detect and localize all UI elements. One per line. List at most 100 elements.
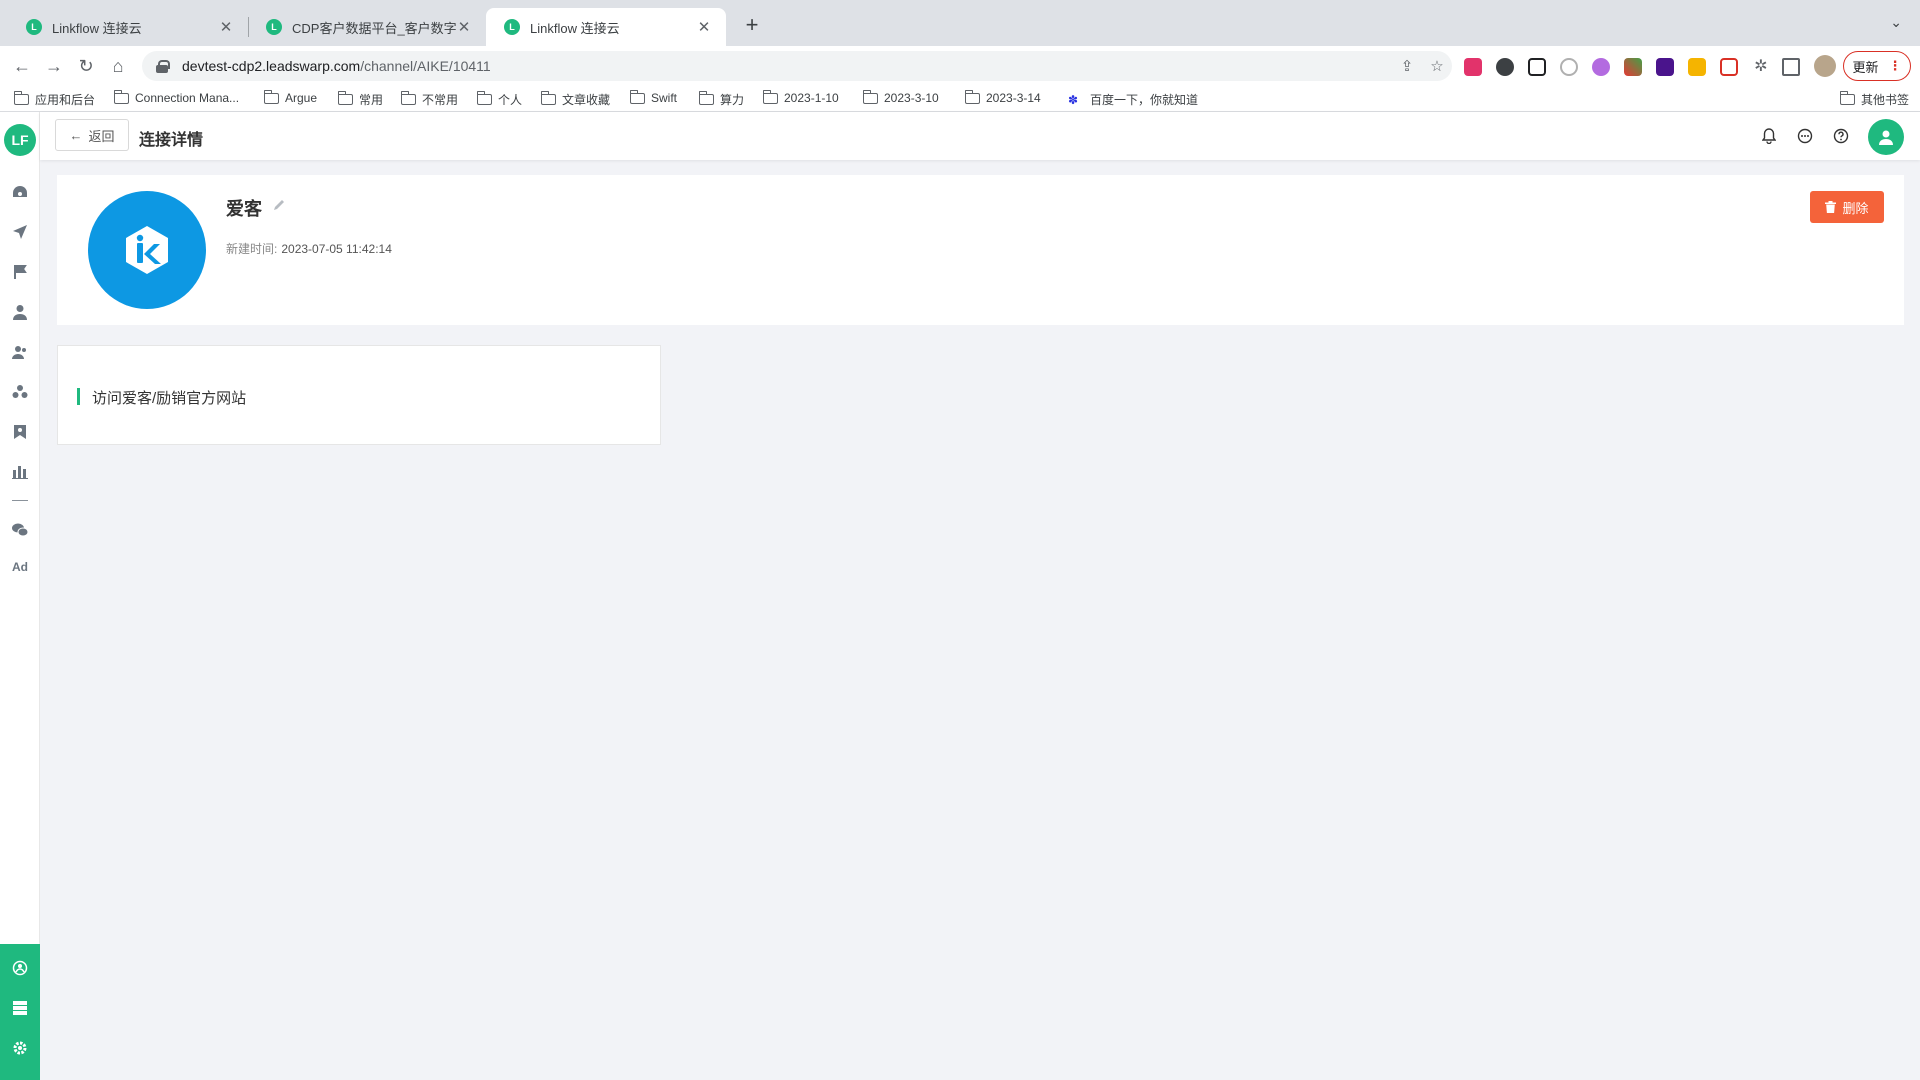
official-site-link[interactable]: 访问爱客/励销官方网站 [92, 387, 246, 408]
tab-title: CDP客户数据平台_客户数字化全 [292, 20, 456, 36]
bookmark-folder[interactable]: 应用和后台 [13, 91, 96, 108]
extension-purple-icon[interactable] [1592, 58, 1610, 76]
folder-icon [400, 91, 416, 105]
folder-icon [113, 89, 129, 104]
url-host: devtest-cdp2.leadswarp.com [182, 58, 361, 74]
delete-label: 删除 [1842, 200, 1869, 216]
extension-translate-icon[interactable] [1464, 58, 1482, 76]
pencil-edit-icon[interactable] [272, 198, 288, 214]
back-arrow-icon[interactable]: ← [10, 54, 34, 78]
linkflow-favicon-icon: L [504, 19, 520, 35]
connect-icon[interactable] [10, 958, 30, 978]
bar-chart-icon[interactable] [10, 462, 30, 482]
back-button[interactable]: ← 返回 [55, 119, 129, 151]
reload-icon[interactable]: ↻ [74, 54, 98, 78]
star-icon[interactable]: ☆ [1422, 57, 1452, 75]
settings-gear-icon[interactable] [10, 1038, 30, 1058]
bookmark-label: 2023-3-10 [884, 91, 939, 105]
bookmark-label: 个人 [498, 93, 523, 107]
folder-icon [629, 89, 645, 104]
bookmark-folder[interactable]: 常用 [337, 91, 384, 108]
forward-arrow-icon[interactable]: → [42, 54, 66, 78]
bookmark-other-folder[interactable]: 其他书签 [1839, 91, 1909, 108]
logo-text: LF [11, 132, 29, 148]
browser-tab-2[interactable]: L CDP客户数据平台_客户数字化全 ✕ [248, 8, 486, 46]
page-title: 连接详情 [139, 132, 204, 149]
advertising-icon[interactable]: Ad [10, 560, 30, 574]
bookmark-label: Connection Mana... [135, 91, 240, 105]
new-tab-plus-icon[interactable]: + [738, 12, 766, 40]
url-path: /channel/AIKE/10411 [360, 58, 491, 74]
bookmark-baidu[interactable]: ✽ 百度一下，你就知道 [1068, 91, 1198, 108]
user-avatar[interactable] [1868, 119, 1904, 155]
bookmark-folder[interactable]: 2023-1-10 [762, 89, 839, 105]
accent-bar [77, 388, 80, 405]
bookmark-label: Argue [285, 91, 318, 105]
help-question-icon[interactable] [1831, 126, 1851, 146]
browser-tab-3-active[interactable]: L Linkflow 连接云 ✕ [486, 8, 726, 46]
created-value: 2023-07-05 11:42:14 [281, 242, 392, 256]
lock-icon [156, 60, 170, 73]
close-icon[interactable]: ✕ [696, 18, 712, 36]
group-icon[interactable] [10, 382, 30, 402]
folder-icon [13, 91, 29, 105]
update-button[interactable]: 更新 ⋮ [1843, 51, 1911, 81]
extension-color-icon[interactable] [1624, 58, 1642, 76]
database-icon[interactable] [10, 998, 30, 1018]
delete-button[interactable]: 删除 [1810, 191, 1884, 223]
bookmark-label: 应用和后台 [35, 93, 96, 107]
bookmark-folder[interactable]: 2023-3-10 [862, 89, 939, 105]
bookmark-folder[interactable]: 2023-3-14 [964, 89, 1041, 105]
chat-bubble-icon[interactable] [1795, 126, 1815, 146]
bookmark-folder[interactable]: 个人 [476, 91, 523, 108]
bookmark-folder[interactable]: Connection Mana... [113, 89, 240, 105]
bell-icon[interactable] [1759, 126, 1779, 146]
share-icon[interactable]: ⇪ [1392, 57, 1422, 75]
aike-hexagon-k-icon [126, 226, 168, 274]
users-icon[interactable] [10, 342, 30, 362]
official-site-link-card[interactable]: 访问爱客/励销官方网站 [57, 345, 661, 445]
bookmark-folder[interactable]: 不常用 [400, 91, 458, 108]
send-icon[interactable] [10, 222, 30, 242]
extension-ninja-icon[interactable] [1496, 58, 1514, 76]
bookmark-folder[interactable]: Argue [263, 89, 318, 105]
wechat-icon[interactable] [10, 520, 30, 540]
address-bar[interactable]: devtest-cdp2.leadswarp.com/channel/AIKE/… [142, 51, 1452, 81]
profile-avatar[interactable] [1814, 55, 1836, 77]
puzzle-extensions-icon[interactable]: ✲ [1752, 58, 1770, 76]
tab-title: Linkflow 连接云 [52, 20, 142, 36]
extension-yellow-icon[interactable] [1688, 58, 1706, 76]
bookmark-folder[interactable]: Swift [629, 89, 677, 105]
folder-icon [762, 89, 778, 104]
bookmark-icon[interactable] [10, 422, 30, 442]
browser-tab-bar: L Linkflow 连接云 ✕ L CDP客户数据平台_客户数字化全 ✕ L … [0, 0, 1920, 46]
user-icon[interactable] [10, 302, 30, 322]
linkflow-favicon-icon: L [266, 19, 282, 35]
folder-icon [964, 89, 980, 104]
bookmark-folder[interactable]: 算力 [698, 91, 745, 108]
extension-cross-icon[interactable] [1528, 58, 1546, 76]
bookmark-label: 算力 [720, 93, 745, 107]
folder-icon [476, 91, 492, 105]
browser-tab-1[interactable]: L Linkflow 连接云 ✕ [8, 8, 248, 46]
chevron-down-icon[interactable]: ⌄ [1890, 14, 1902, 31]
url-text[interactable]: devtest-cdp2.leadswarp.com/channel/AIKE/… [182, 58, 1392, 74]
folder-icon [540, 91, 556, 105]
home-icon[interactable]: ⌂ [106, 54, 130, 78]
flag-icon[interactable] [10, 262, 30, 282]
user-icon [1879, 130, 1893, 145]
bookmark-label: 百度一下，你就知道 [1090, 93, 1199, 107]
bookmark-label: 2023-3-14 [986, 91, 1041, 105]
extension-monitor-icon[interactable] [1720, 58, 1738, 76]
bookmark-folder[interactable]: 文章收藏 [540, 91, 610, 108]
extension-stack-icon[interactable] [1656, 58, 1674, 76]
baidu-paw-icon: ✽ [1068, 92, 1079, 107]
side-panel-icon[interactable] [1782, 58, 1800, 76]
extension-gear-icon[interactable] [1560, 58, 1578, 76]
bookmark-label: 常用 [359, 93, 384, 107]
linkflow-favicon-icon: L [26, 19, 42, 35]
close-icon[interactable]: ✕ [218, 18, 234, 36]
dashboard-icon[interactable] [10, 182, 30, 202]
linkflow-logo[interactable]: LF [4, 124, 36, 156]
close-icon[interactable]: ✕ [456, 18, 472, 36]
